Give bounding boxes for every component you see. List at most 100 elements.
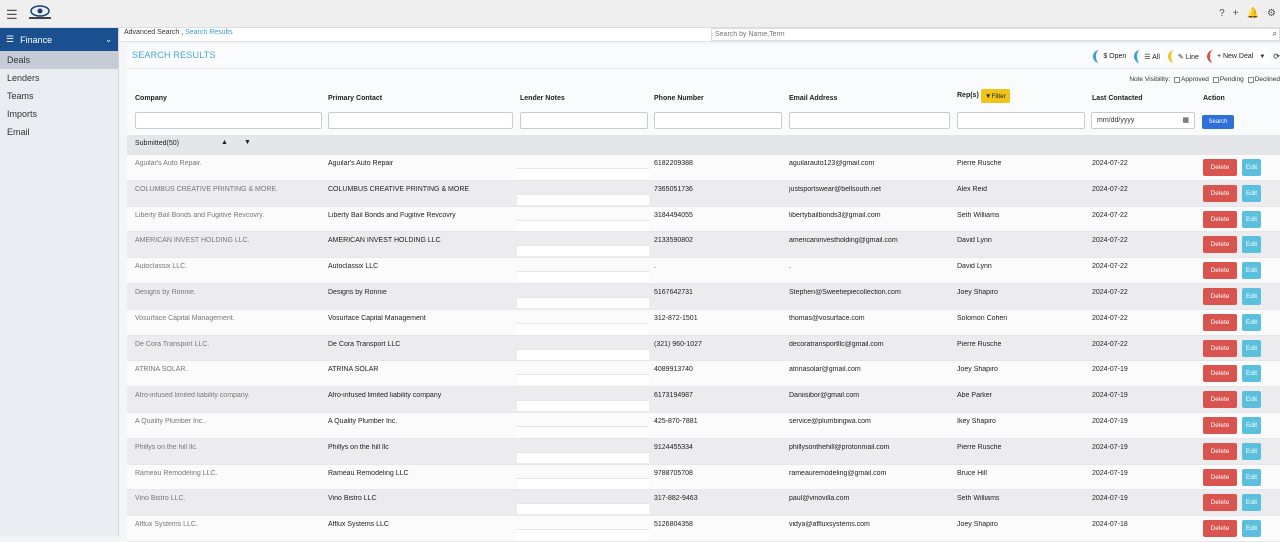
lender-notes-cell[interactable] — [517, 348, 649, 360]
delete-button[interactable]: Delete — [1203, 313, 1237, 331]
edit-button[interactable]: Edit — [1242, 210, 1261, 228]
breadcrumb-parent[interactable]: Advanced Search , — [124, 29, 183, 36]
sidebar-item-deals[interactable]: Deals — [0, 51, 118, 69]
table-row[interactable]: Designs by Ronnie. Designs by Ronnie 51676… — [127, 284, 1280, 310]
delete-button[interactable]: Delete — [1203, 391, 1237, 409]
table-row[interactable]: AMERICAN INVEST HOLDING LLC. AMERICAN INV… — [127, 232, 1280, 259]
edit-button[interactable]: Edit — [1242, 184, 1261, 202]
delete-button[interactable]: Delete — [1203, 159, 1237, 176]
lender-notes-cell[interactable] — [517, 400, 649, 412]
edit-button[interactable]: Edit — [1242, 236, 1261, 254]
lender-notes-cell[interactable] — [517, 245, 649, 257]
plus-icon[interactable]: + — [1233, 8, 1239, 19]
edit-button[interactable]: Edit — [1242, 365, 1261, 383]
new-deal-button[interactable]: + New Deal ▼ — [1206, 50, 1270, 63]
table-row[interactable]: De Cora Transport LLC. De Cora Transport … — [127, 335, 1280, 362]
menu-icon[interactable]: ☰ — [6, 7, 18, 23]
edit-button[interactable]: Edit — [1242, 313, 1261, 331]
lender-notes-cell[interactable] — [517, 168, 649, 179]
module-selector[interactable]: ☰ Finance ⌄ — [0, 28, 118, 51]
contact-filter-input[interactable] — [328, 112, 513, 129]
sidebar-item-email[interactable]: Email — [0, 123, 118, 141]
line-button[interactable]: ✎ Line — [1167, 50, 1203, 63]
table-row[interactable]: Vosurface Capital Management. Vosurface C… — [127, 309, 1280, 336]
delete-button[interactable]: Delete — [1203, 468, 1237, 486]
table-row[interactable]: Liberty Bail Bonds and Fugitive Revcovry… — [127, 206, 1280, 233]
table-row[interactable]: Aguilar's Auto Repair. Aguilar's Auto Rep… — [127, 155, 1280, 181]
edit-button[interactable]: Edit — [1242, 288, 1261, 305]
notes-filter-input[interactable] — [520, 112, 648, 129]
edit-button[interactable]: Edit — [1242, 417, 1261, 434]
search-button[interactable]: Search — [1202, 115, 1234, 129]
sidebar-item-lenders[interactable]: Lenders — [0, 69, 118, 87]
sort-up-icon[interactable]: ▲ — [221, 139, 228, 146]
all-button[interactable]: ☰ All — [1134, 50, 1164, 63]
lender-notes-cell[interactable] — [517, 219, 649, 231]
lender-notes-cell[interactable] — [517, 271, 649, 283]
lender-notes-cell[interactable] — [517, 477, 649, 489]
email-filter-input[interactable] — [789, 112, 950, 129]
pending-checkbox[interactable] — [1212, 76, 1219, 83]
edit-button[interactable]: Edit — [1242, 468, 1261, 486]
delete-button[interactable]: Delete — [1203, 184, 1237, 202]
refresh-icon[interactable]: ⟳ — [1273, 52, 1280, 61]
table-row[interactable]: Rameau Remodeling LLC. Rameau Remodeling … — [127, 464, 1280, 491]
sidebar-item-imports[interactable]: Imports — [0, 105, 118, 123]
sort-down-icon[interactable]: ▼ — [244, 139, 251, 146]
delete-button[interactable]: Delete — [1203, 520, 1237, 538]
settings-icon[interactable]: ⚙ — [1267, 8, 1276, 19]
edit-button[interactable]: Edit — [1242, 442, 1261, 460]
help-icon[interactable]: ? — [1219, 8, 1225, 19]
edit-button[interactable]: Edit — [1242, 339, 1261, 357]
table-row[interactable]: Afro-infused limited liability company. A… — [127, 387, 1280, 413]
table-row[interactable]: Afflux Systems LLC. Afflux Systems LLC 512… — [127, 516, 1280, 542]
lender-notes-cell[interactable] — [517, 529, 649, 541]
edit-button[interactable]: Edit — [1242, 159, 1261, 176]
phone-filter-input[interactable] — [654, 112, 782, 129]
declined-checkbox[interactable] — [1247, 76, 1254, 83]
search-icon[interactable]: ⌕ — [1273, 29, 1277, 39]
delete-button[interactable]: Delete — [1203, 339, 1237, 357]
caret-down-icon[interactable]: ▼ — [1259, 54, 1265, 60]
delete-button[interactable]: Delete — [1203, 417, 1237, 434]
open-button[interactable]: $ Open — [1093, 50, 1131, 63]
rep-filter-input[interactable] — [957, 112, 1085, 129]
edit-button[interactable]: Edit — [1242, 262, 1261, 280]
table-row[interactable]: A Quality Plumber Inc.. A Quality Plumber… — [127, 413, 1280, 439]
table-row[interactable]: Phillys on the hill llc. Phillys on the h… — [127, 438, 1280, 465]
search-input[interactable] — [712, 29, 1262, 40]
calendar-icon[interactable]: ▦ — [1182, 116, 1189, 124]
delete-button[interactable]: Delete — [1203, 494, 1237, 512]
delete-button[interactable]: Delete — [1203, 365, 1237, 383]
delete-button[interactable]: Delete — [1203, 262, 1237, 280]
lender-notes-cell[interactable] — [517, 374, 649, 386]
lender-notes-cell[interactable] — [517, 451, 649, 463]
lender-notes-cell[interactable] — [517, 426, 649, 437]
delete-button[interactable]: Delete — [1203, 288, 1237, 305]
table-row[interactable]: Vino Bistro LLC. Vino Bistro LLC 317-882-9… — [127, 490, 1280, 517]
lender-notes-cell[interactable] — [517, 297, 649, 308]
edit-button[interactable]: Edit — [1242, 520, 1261, 538]
rep-cell: Seth Williams — [957, 211, 1000, 219]
filter-button[interactable]: ▼ Filter — [981, 89, 1010, 103]
edit-button[interactable]: Edit — [1242, 494, 1261, 512]
lender-notes-cell[interactable] — [517, 322, 649, 334]
table-row[interactable]: ATRINA SOLAR. ATRINA SOLAR 4089913740 atrin… — [127, 361, 1280, 388]
logo[interactable] — [26, 5, 54, 21]
approved-checkbox[interactable] — [1174, 76, 1181, 83]
table-row[interactable]: COLUMBUS CREATIVE PRINTING & MORE. COLUMB… — [127, 180, 1280, 207]
delete-button[interactable]: Delete — [1203, 442, 1237, 460]
lender-notes-cell[interactable] — [517, 503, 649, 515]
note-visibility: Note Visibility: Approved Pending Declin… — [1129, 76, 1280, 83]
delete-button[interactable]: Delete — [1203, 236, 1237, 254]
delete-button[interactable]: Delete — [1203, 210, 1237, 228]
table-row[interactable]: Autoclassix LLC. Autoclassix LLC.. David L… — [127, 258, 1280, 284]
last-contacted-date-input[interactable]: mm/dd/yyyy ▦ — [1091, 112, 1195, 129]
sidebar-item-teams[interactable]: Teams — [0, 87, 118, 105]
edit-button[interactable]: Edit — [1242, 391, 1261, 409]
lender-notes-cell[interactable] — [517, 193, 649, 205]
bell-icon[interactable]: 🔔 — [1247, 8, 1259, 19]
company-filter-input[interactable] — [135, 112, 322, 129]
email-cell: justsportswear@bellsouth.net — [789, 185, 881, 193]
email-cell: atrinasolar@gmail.com — [789, 366, 861, 374]
